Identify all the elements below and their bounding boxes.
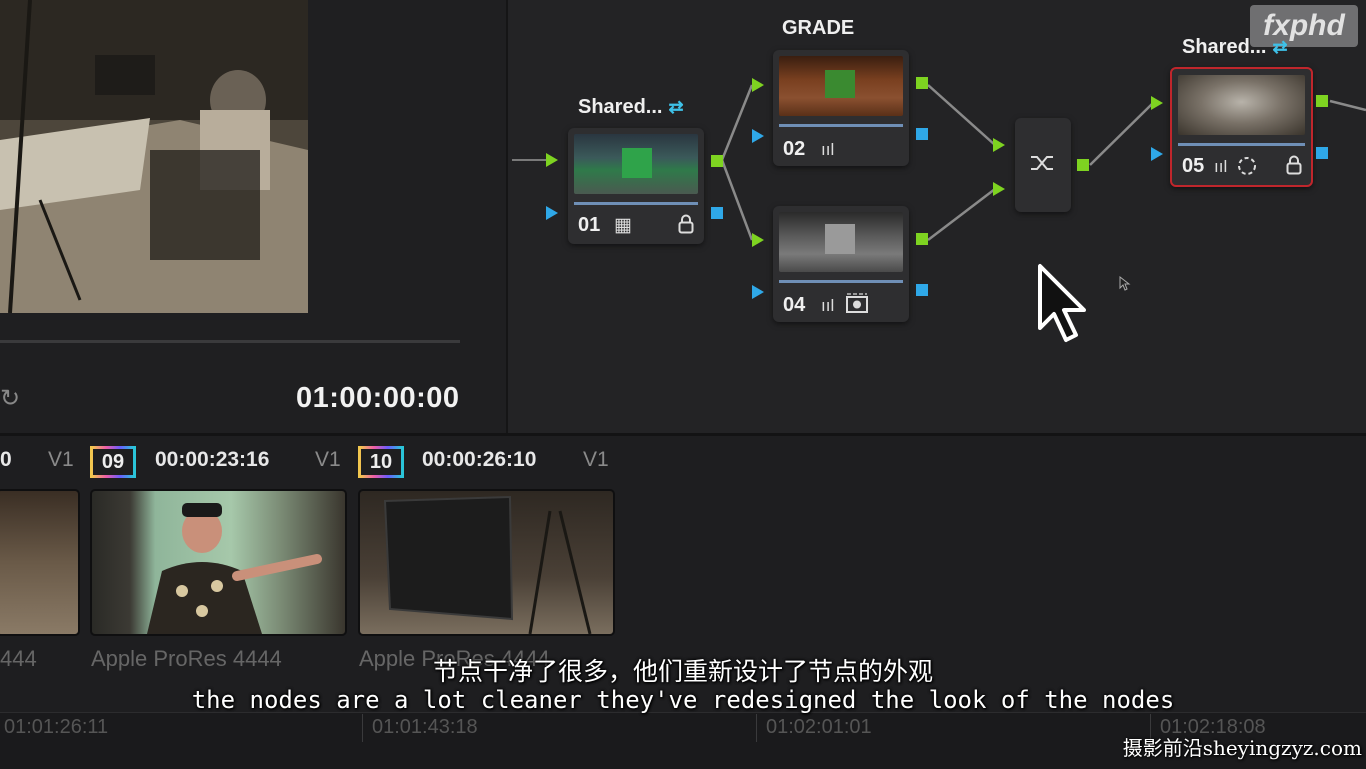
node-01[interactable]: 01 ▦ bbox=[568, 128, 704, 244]
node-04-thumbnail bbox=[779, 212, 903, 272]
clip-0-thumbnail[interactable] bbox=[0, 489, 80, 636]
site-watermark: 摄影前沿sheyingzyz.com bbox=[1122, 736, 1362, 760]
ruler-tick bbox=[756, 714, 757, 742]
node-05-bar bbox=[1178, 143, 1305, 146]
clip-09-index-badge: 09 bbox=[90, 446, 136, 478]
clip-0-track: V1 bbox=[48, 448, 74, 471]
subtitle-chinese: 节点干净了很多，他们重新设计了节点的外观 bbox=[432, 658, 933, 686]
node-02-number: 02 bbox=[783, 138, 806, 160]
clip-09-track: V1 bbox=[315, 448, 341, 472]
clip-10-timecode: 00:00:26:10 bbox=[422, 448, 537, 471]
shared-arrows-icon: ⇄ bbox=[668, 97, 684, 117]
clip-0-index: 0 bbox=[0, 448, 12, 471]
mixer-input-1[interactable] bbox=[993, 138, 1005, 152]
clip-09-timecode: 00:00:23:16 bbox=[155, 448, 270, 471]
lock-icon[interactable] bbox=[678, 214, 694, 239]
node-01-key-input[interactable] bbox=[546, 206, 558, 220]
node-05-rgb-input[interactable] bbox=[1151, 96, 1163, 110]
grid-icon: ▦ bbox=[614, 215, 632, 236]
sync-icon[interactable]: ↻ bbox=[0, 384, 20, 412]
node-02-key-input[interactable] bbox=[752, 129, 764, 143]
viewer-panel: ↻ 01:00:00:00 bbox=[0, 0, 506, 433]
node-01-bar bbox=[574, 202, 698, 205]
node-05-key-input[interactable] bbox=[1151, 147, 1163, 161]
viewer-scrub-bar[interactable] bbox=[0, 340, 460, 343]
small-cursor-icon bbox=[1119, 275, 1131, 297]
node-04-bar bbox=[779, 280, 903, 283]
circle-dashed-icon bbox=[1236, 155, 1258, 182]
clip-10-track-text: V1 bbox=[583, 448, 609, 471]
node-04-rgb-output[interactable] bbox=[916, 233, 928, 245]
clip-0-header: 0 V1 bbox=[0, 448, 74, 472]
clip-10-track: V1 bbox=[583, 448, 609, 472]
ruler-timecode: 01:01:26:11 bbox=[4, 716, 109, 738]
node-05-rgb-output[interactable] bbox=[1316, 95, 1328, 107]
lock-icon[interactable] bbox=[1286, 155, 1302, 180]
node-05-number: 05 bbox=[1182, 155, 1205, 177]
node-01-thumbnail bbox=[574, 134, 698, 194]
node-01-rgb-output[interactable] bbox=[711, 155, 723, 167]
node-01-number: 01 bbox=[578, 214, 601, 236]
viewer-image bbox=[0, 0, 308, 313]
shared-arrows-icon: ⇄ bbox=[1272, 37, 1288, 57]
subtitle-english: the nodes are a lot cleaner they've rede… bbox=[191, 686, 1175, 714]
node-02-rgb-output[interactable] bbox=[916, 77, 928, 89]
node-02-rgb-input[interactable] bbox=[752, 78, 764, 92]
mixer-output[interactable] bbox=[1077, 159, 1089, 171]
bars-icon: ııl bbox=[821, 296, 835, 315]
node-01-label: Shared... ⇄ bbox=[578, 96, 684, 119]
ruler-timecode: 01:02:01:01 bbox=[766, 716, 872, 738]
node-02-label: GRADE bbox=[782, 17, 855, 39]
pointer-cursor-icon bbox=[1036, 262, 1092, 353]
node-02-bar bbox=[779, 124, 903, 127]
node-02-key-output[interactable] bbox=[916, 128, 928, 140]
node-04-key-input[interactable] bbox=[752, 285, 764, 299]
node-04-key-output[interactable] bbox=[916, 284, 928, 296]
node-01-rgb-input[interactable] bbox=[546, 153, 558, 167]
node-05-label: Shared... ⇄ bbox=[1182, 36, 1288, 59]
node-05-key-output[interactable] bbox=[1316, 147, 1328, 159]
node-04[interactable]: 04 ııl bbox=[773, 206, 909, 322]
ruler-tick bbox=[362, 714, 363, 742]
mixer-node[interactable] bbox=[1015, 118, 1071, 212]
node-01-key-output[interactable] bbox=[711, 207, 723, 219]
clip-09-thumbnail[interactable] bbox=[90, 489, 347, 636]
bars-icon: ııl bbox=[1214, 157, 1228, 176]
node-05-thumbnail bbox=[1178, 75, 1305, 135]
bars-icon: ııl bbox=[821, 140, 835, 159]
node-04-number: 04 bbox=[783, 294, 806, 316]
node-02[interactable]: 02 ııl bbox=[773, 50, 909, 166]
viewer-timecode: 01:00:00:00 bbox=[296, 382, 460, 414]
node-05[interactable]: 05 ııl bbox=[1170, 67, 1313, 187]
node-02-thumbnail bbox=[779, 56, 903, 116]
clip-10-index-badge: 10 bbox=[358, 446, 404, 478]
ruler-timecode: 01:01:43:18 bbox=[372, 716, 478, 738]
mixer-input-2[interactable] bbox=[993, 182, 1005, 196]
node-05-label-text: Shared... bbox=[1182, 36, 1267, 58]
clip-09-track-text: V1 bbox=[315, 448, 341, 471]
mixer-icon bbox=[1029, 152, 1055, 180]
node-01-label-text: Shared... bbox=[578, 96, 663, 118]
mask-icon bbox=[845, 292, 869, 319]
clip-10-thumbnail[interactable] bbox=[358, 489, 615, 636]
node-04-rgb-input[interactable] bbox=[752, 233, 764, 247]
